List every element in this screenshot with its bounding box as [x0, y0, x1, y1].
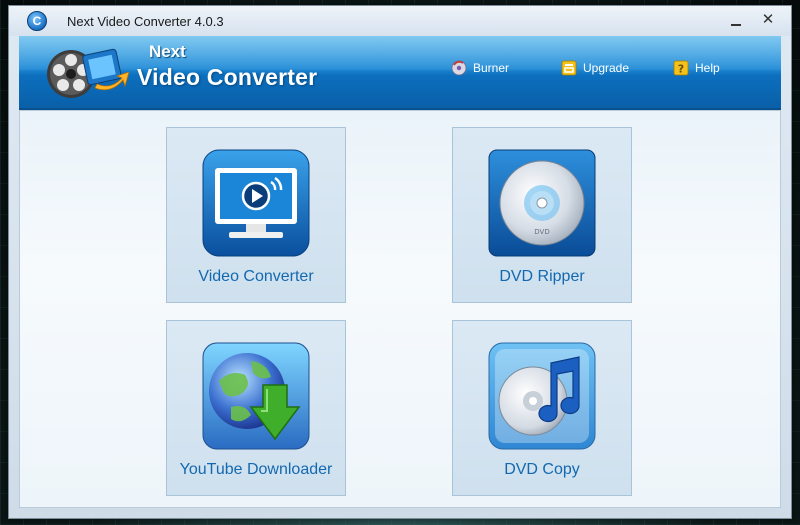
dvd-ripper-tile[interactable]: DVD DVD Ripper — [452, 127, 632, 303]
app-header: Next Video Converter Burner Upgrade ? He… — [19, 36, 781, 110]
help-icon: ? — [673, 60, 689, 76]
brand-title-line1: Next — [149, 42, 186, 61]
upgrade-link-label: Upgrade — [583, 61, 630, 75]
youtube-downloader-tile[interactable]: YouTube Downloader — [166, 320, 346, 496]
burner-link[interactable]: Burner — [451, 60, 509, 76]
globe-download-icon — [202, 342, 310, 450]
app-window: C Next Video Converter 4.0.3 ✕ Next Vide… — [8, 5, 792, 519]
svg-text:?: ? — [678, 63, 684, 76]
video-converter-tile[interactable]: Video Converter — [166, 127, 346, 303]
video-converter-label: Video Converter — [198, 268, 314, 285]
upgrade-icon — [561, 60, 577, 76]
film-reel-logo-icon — [47, 48, 129, 98]
app-logo-icon[interactable]: C — [27, 11, 47, 31]
dvd-disc-icon: DVD — [488, 149, 596, 257]
disc-music-icon — [488, 342, 596, 450]
dvd-ripper-label: DVD Ripper — [499, 268, 585, 285]
help-link[interactable]: ? Help — [673, 60, 720, 76]
tool-panel: Video Converter DVD DVD Ripper YouTube D… — [19, 110, 781, 508]
brand-title-line2: Video Converter — [137, 64, 318, 90]
title-bar[interactable]: C Next Video Converter 4.0.3 ✕ — [9, 6, 791, 36]
monitor-play-icon — [202, 149, 310, 257]
youtube-downloader-label: YouTube Downloader — [179, 461, 333, 478]
burner-link-label: Burner — [473, 61, 510, 75]
dvd-copy-tile[interactable]: DVD Copy — [452, 320, 632, 496]
help-link-label: Help — [695, 61, 720, 75]
svg-text:DVD: DVD — [534, 228, 549, 236]
minimize-button[interactable] — [727, 12, 745, 28]
upgrade-link[interactable]: Upgrade — [561, 60, 629, 76]
dvd-copy-label: DVD Copy — [504, 461, 580, 478]
burner-icon — [451, 60, 467, 76]
close-button[interactable]: ✕ — [759, 12, 777, 28]
window-title: Next Video Converter 4.0.3 — [67, 14, 224, 29]
